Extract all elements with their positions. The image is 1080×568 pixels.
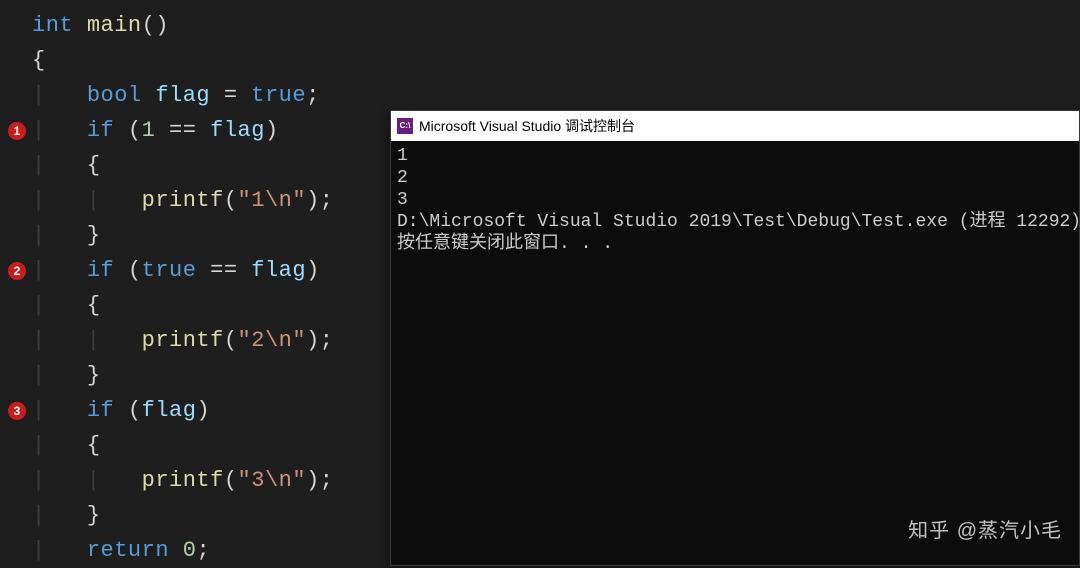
console-line: 3 [397, 189, 1073, 211]
gutter[interactable] [8, 288, 26, 323]
code-text: | } [26, 219, 101, 253]
code-line[interactable]: | bool flag = true; [8, 78, 1080, 113]
gutter[interactable] [8, 533, 26, 568]
code-line[interactable]: int main() [8, 8, 1080, 43]
gutter[interactable]: 2 [8, 253, 26, 288]
code-text: | { [26, 429, 101, 463]
console-line: 1 [397, 145, 1073, 167]
code-text: | return 0; [26, 534, 210, 568]
breakpoint-marker[interactable]: 2 [8, 262, 26, 280]
code-text: | } [26, 359, 101, 393]
gutter[interactable] [8, 358, 26, 393]
visual-studio-icon: C:\ [397, 118, 413, 134]
breakpoint-marker[interactable]: 1 [8, 122, 26, 140]
code-text: | | printf("1\n"); [26, 184, 333, 218]
code-text: | | printf("2\n"); [26, 324, 333, 358]
gutter[interactable] [8, 498, 26, 533]
console-output[interactable]: 123D:\Microsoft Visual Studio 2019\Test\… [391, 141, 1079, 259]
code-text: | bool flag = true; [26, 79, 320, 113]
code-text: | } [26, 499, 101, 533]
console-titlebar[interactable]: C:\ Microsoft Visual Studio 调试控制台 [391, 111, 1079, 141]
gutter[interactable] [8, 148, 26, 183]
code-text: { [26, 44, 46, 78]
gutter[interactable] [8, 43, 26, 78]
gutter[interactable] [8, 218, 26, 253]
code-text: int main() [26, 9, 169, 43]
code-text: | if (true == flag) [26, 254, 320, 288]
breakpoint-marker[interactable]: 3 [8, 402, 26, 420]
gutter[interactable] [8, 323, 26, 358]
code-text: | if (flag) [26, 394, 210, 428]
console-line: 按任意键关闭此窗口. . . [397, 233, 1073, 255]
gutter[interactable] [8, 428, 26, 463]
gutter[interactable] [8, 78, 26, 113]
gutter[interactable]: 1 [8, 113, 26, 148]
code-text: | | printf("3\n"); [26, 464, 333, 498]
console-line: D:\Microsoft Visual Studio 2019\Test\Deb… [397, 211, 1073, 233]
console-line: 2 [397, 167, 1073, 189]
gutter[interactable] [8, 8, 26, 43]
gutter[interactable] [8, 183, 26, 218]
code-line[interactable]: { [8, 43, 1080, 78]
debug-console-window[interactable]: C:\ Microsoft Visual Studio 调试控制台 123D:\… [390, 110, 1080, 566]
code-text: | { [26, 149, 101, 183]
code-text: | if (1 == flag) [26, 114, 279, 148]
console-title: Microsoft Visual Studio 调试控制台 [419, 109, 635, 143]
gutter[interactable]: 3 [8, 393, 26, 428]
code-text: | { [26, 289, 101, 323]
gutter[interactable] [8, 463, 26, 498]
